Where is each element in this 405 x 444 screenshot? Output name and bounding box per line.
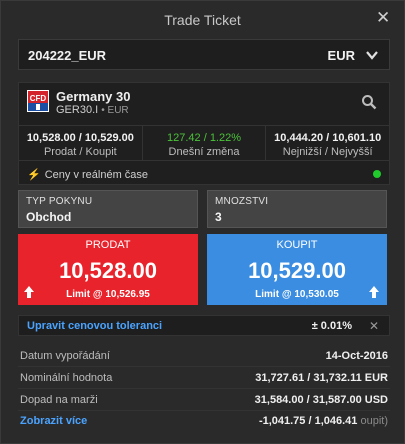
account-currency: EUR bbox=[327, 48, 355, 63]
realtime-label: Ceny v reálném čase bbox=[44, 169, 149, 181]
sell-price: 10,528.00 bbox=[59, 258, 157, 283]
price-tolerance-bar: Upravit cenovou toleranci ± 0.01% ✕ bbox=[18, 315, 390, 336]
market-name: Germany 30 bbox=[56, 89, 131, 104]
show-more-link[interactable]: Zobrazit více bbox=[20, 415, 87, 427]
cfd-logo-icon: CFD bbox=[27, 90, 49, 112]
detail-label: Nominální hodnota bbox=[20, 372, 113, 384]
detail-row: Dopad na marži 31,584.00 / 31,587.00 USD bbox=[18, 389, 390, 411]
buy-label: KOUPIT bbox=[276, 239, 318, 251]
sell-limit: Limit @ 10,526.95 bbox=[66, 289, 150, 300]
svg-text:CFD: CFD bbox=[30, 94, 47, 103]
market-exchange: EUR bbox=[107, 105, 129, 116]
up-arrow-icon bbox=[369, 286, 379, 298]
detail-value: 31,584.00 / 31,587.00 USD bbox=[254, 394, 388, 406]
market-symbol-line: GER30.I • EUR bbox=[56, 104, 129, 116]
account-id: 204222_EUR bbox=[28, 48, 107, 63]
window-title: Trade Ticket bbox=[164, 12, 241, 28]
detail-value: -1,041.75 / 1,046.41 oupit) bbox=[258, 415, 388, 427]
status-dot bbox=[373, 170, 381, 178]
realtime-indicator: ⚡ Ceny v reálném čase bbox=[27, 168, 148, 181]
order-type-select[interactable]: TYP POKYNU Obchod bbox=[18, 190, 198, 228]
sell-button[interactable]: PRODAT 10,528.00 Limit @ 10,526.95 bbox=[18, 234, 198, 305]
close-icon[interactable]: ✕ bbox=[376, 9, 390, 26]
stat-value: 10,444.20 / 10,601.10 bbox=[274, 132, 382, 144]
stat-bid-ask: 10,528.00 / 10,529.00 Prodat / Koupit bbox=[19, 126, 142, 160]
detail-row: Datum vypořádání 14-Oct-2016 bbox=[18, 345, 390, 367]
trade-ticket-window: Trade Ticket ✕ 204222_EUR EUR CFD German… bbox=[0, 0, 405, 444]
adjust-tolerance-link[interactable]: Upravit cenovou toleranci bbox=[27, 320, 162, 332]
search-icon[interactable] bbox=[361, 94, 377, 110]
market-panel: CFD Germany 30 GER30.I • EUR 10,528.00 /… bbox=[18, 82, 390, 185]
stat-low-high: 10,444.20 / 10,601.10 Nejnižší / Nejvyšš… bbox=[265, 126, 389, 160]
order-type-value: Obchod bbox=[26, 210, 72, 224]
stat-label: Dnešní změna bbox=[168, 146, 240, 158]
sell-label: PRODAT bbox=[85, 239, 131, 251]
detail-value: 31,727.61 / 31,732.11 EUR bbox=[255, 372, 388, 384]
detail-unit: EUR bbox=[364, 372, 388, 384]
close-icon[interactable]: ✕ bbox=[369, 319, 379, 333]
up-arrow-icon bbox=[24, 286, 34, 298]
detail-label: Dopad na marži bbox=[20, 394, 98, 406]
stat-value: 10,528.00 / 10,529.00 bbox=[26, 132, 134, 144]
buy-button[interactable]: KOUPIT 10,529.00 Limit @ 10,530.05 bbox=[207, 234, 387, 305]
lightning-icon: ⚡ bbox=[27, 169, 41, 181]
quantity-label: MNOZSTVI bbox=[215, 196, 269, 207]
tolerance-value: ± 0.01% bbox=[311, 320, 352, 332]
chevron-down-icon bbox=[366, 51, 378, 60]
quantity-field[interactable]: MNOZSTVI 3 bbox=[207, 190, 387, 228]
detail-unit: USD bbox=[364, 394, 388, 406]
detail-unit: oupit) bbox=[360, 415, 388, 427]
detail-label: Datum vypořádání bbox=[20, 350, 110, 362]
stat-value: 127.42 / 1.22% bbox=[167, 132, 242, 144]
market-stats: 10,528.00 / 10,529.00 Prodat / Koupit 12… bbox=[19, 125, 389, 161]
buy-price: 10,529.00 bbox=[248, 258, 346, 283]
stat-daily-change: 127.42 / 1.22% Dnešní změna bbox=[141, 126, 266, 160]
order-type-label: TYP POKYNU bbox=[26, 196, 93, 207]
stat-label: Prodat / Koupit bbox=[43, 146, 117, 158]
quantity-value: 3 bbox=[215, 210, 222, 224]
detail-row: Zobrazit více -1,041.75 / 1,046.41 oupit… bbox=[18, 410, 390, 432]
account-selector[interactable]: 204222_EUR EUR bbox=[18, 39, 390, 70]
titlebar: Trade Ticket ✕ bbox=[1, 1, 404, 35]
stat-label: Nejnižší / Nejvyšší bbox=[282, 146, 373, 158]
detail-value: 14-Oct-2016 bbox=[325, 350, 388, 362]
buy-limit: Limit @ 10,530.05 bbox=[255, 289, 339, 300]
market-symbol: GER30.I bbox=[56, 104, 99, 116]
detail-row: Nominální hodnota 31,727.61 / 31,732.11 … bbox=[18, 367, 390, 389]
